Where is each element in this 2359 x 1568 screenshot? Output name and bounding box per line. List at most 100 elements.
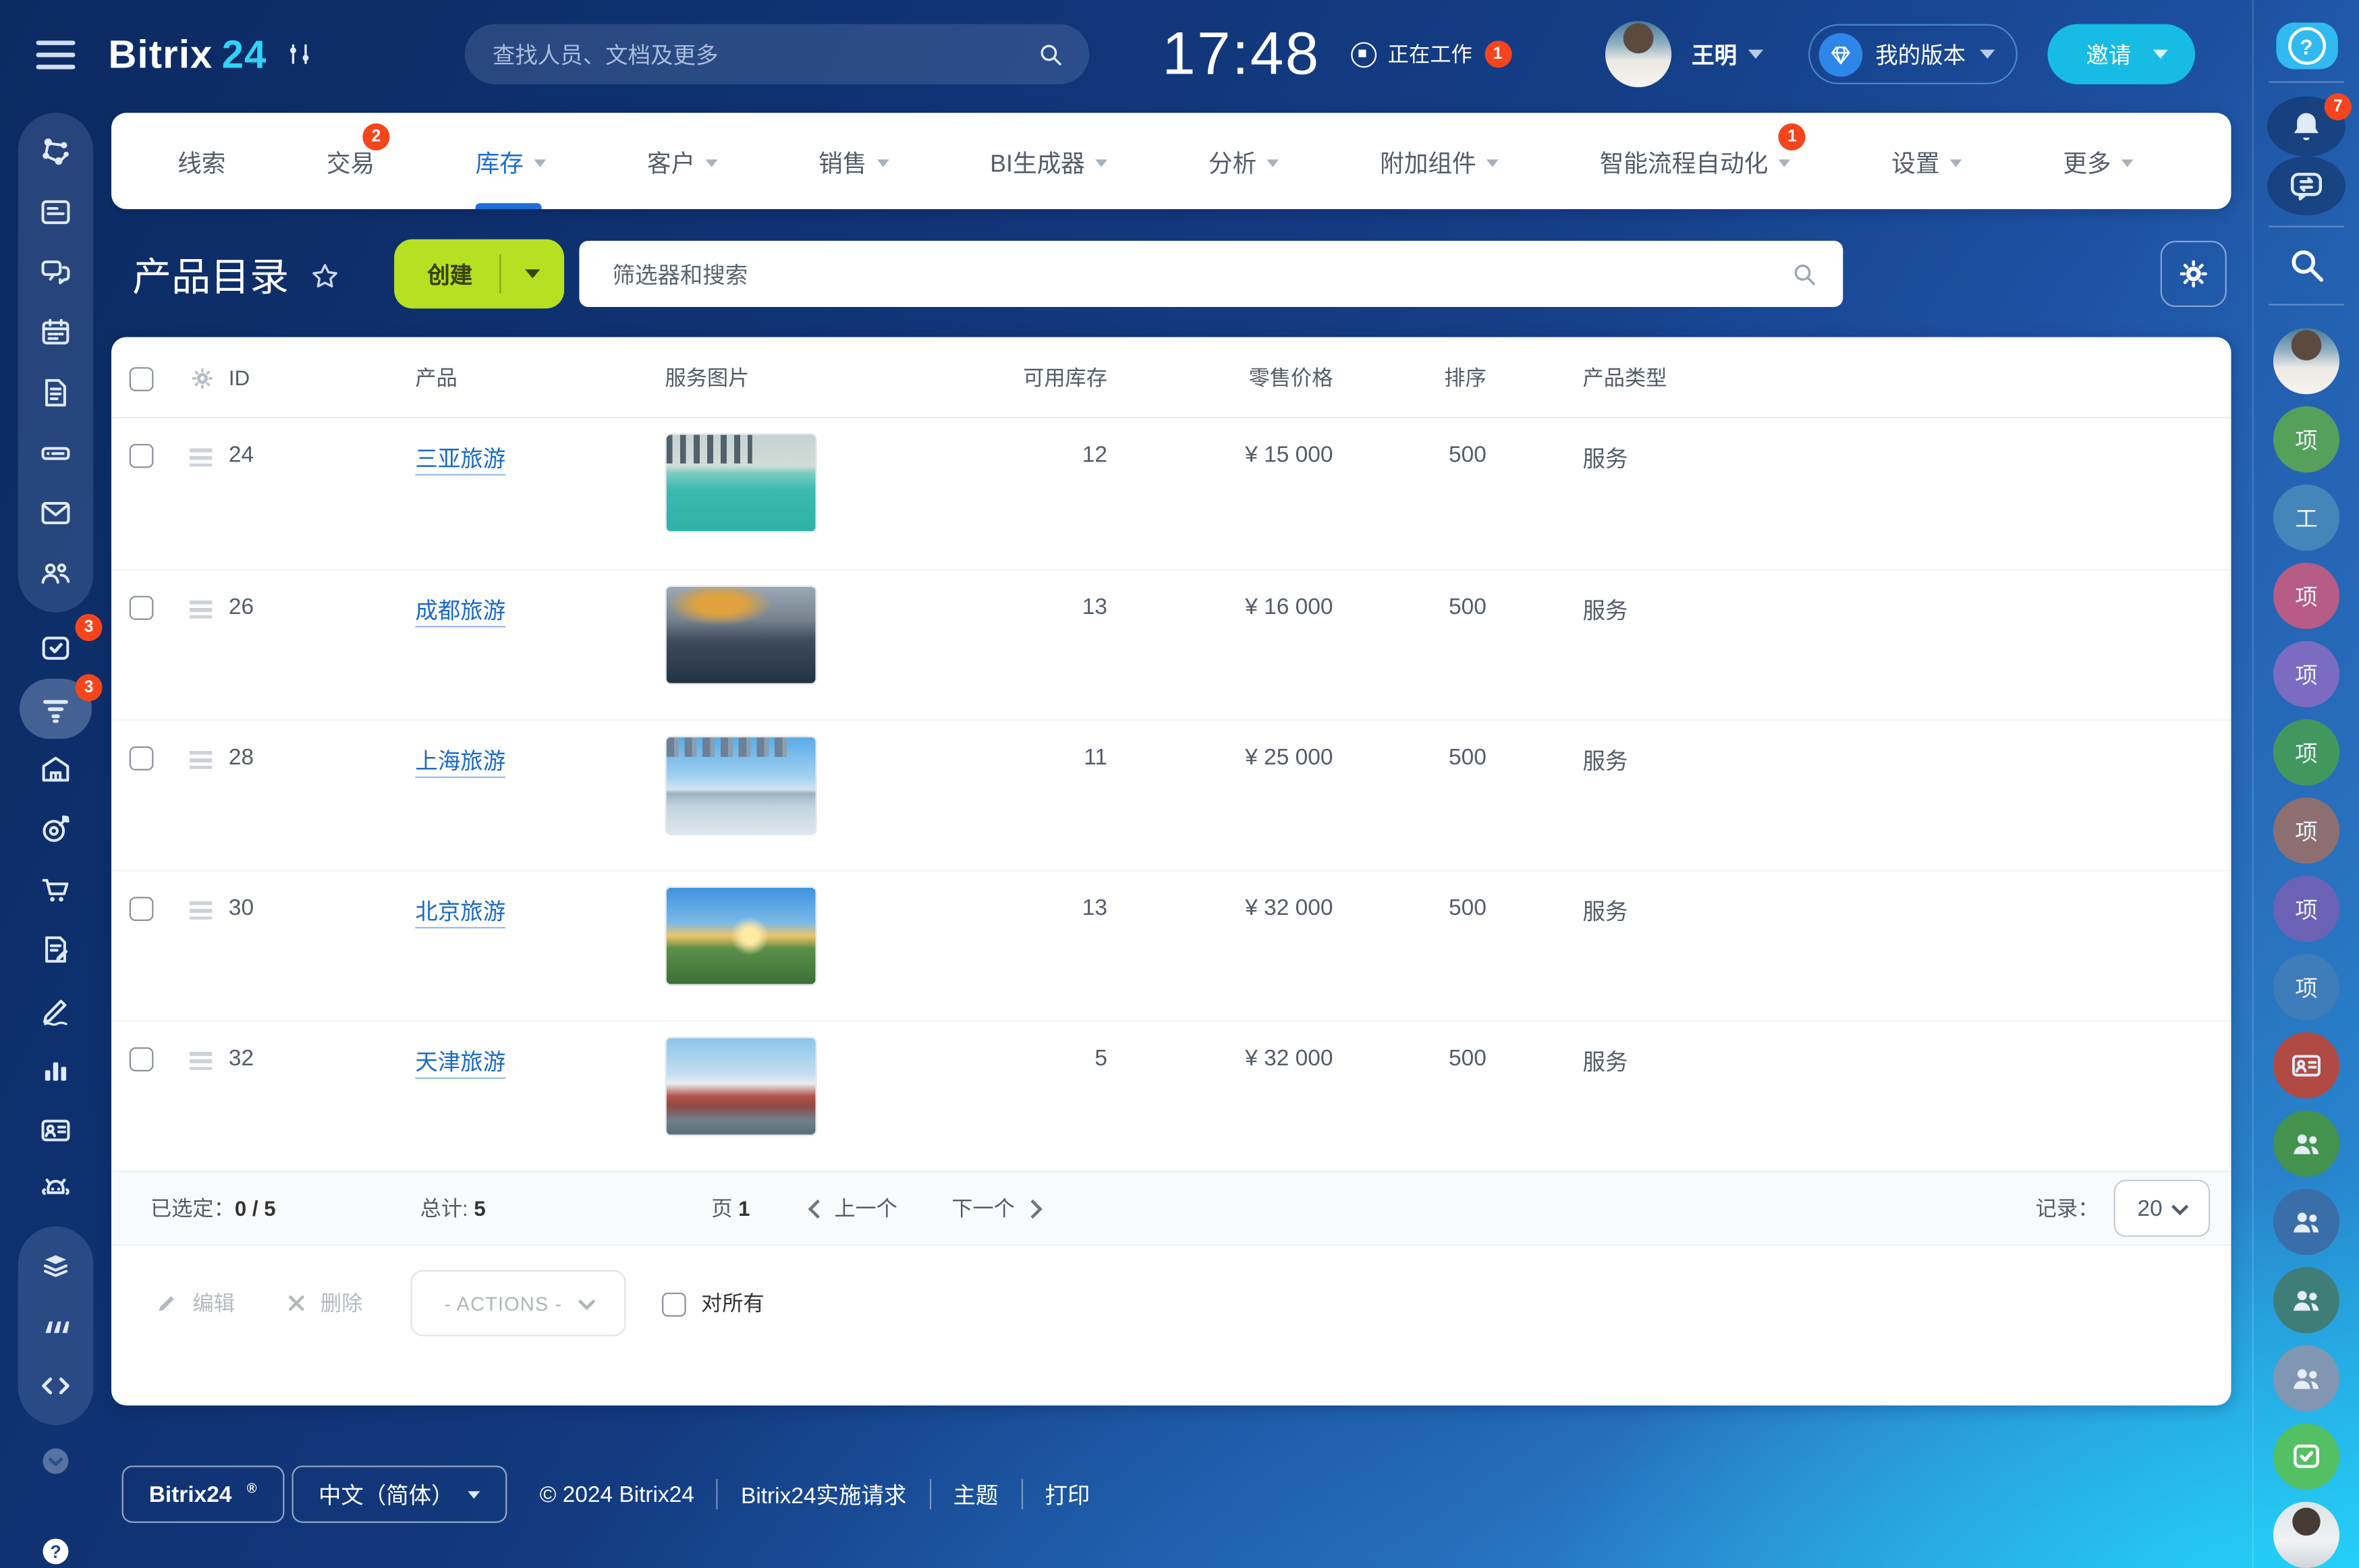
chat-avatar-text[interactable]: 项 [2273,876,2339,942]
drag-handle-icon[interactable] [190,449,212,467]
sliders-icon[interactable] [285,39,315,69]
tab-附加组件[interactable]: 附加组件 [1380,113,1499,209]
product-image-shanghai[interactable] [665,736,816,835]
tab-BI生成器[interactable]: BI生成器 [990,113,1107,209]
chat-avatar-people-icon[interactable] [2273,1189,2339,1255]
clock-time[interactable]: 17:48 [1162,20,1320,88]
search-sidebar-button[interactable] [2284,243,2329,288]
product-link[interactable]: 成都旅游 [415,594,505,627]
notifications-button[interactable]: 7 [2267,96,2346,157]
sidebar-item-ai-robot-icon[interactable] [18,1160,93,1221]
records-select[interactable]: 20 [2114,1180,2211,1237]
tab-智能流程自动化[interactable]: 智能流程自动化1 [1600,113,1791,209]
chat-avatar-contact-card-icon[interactable] [2273,1032,2339,1098]
drag-handle-icon[interactable] [190,751,212,769]
product-image-sanya[interactable] [665,433,816,532]
product-image-beijing[interactable] [665,887,816,986]
sidebar-item-marketing-target-icon[interactable] [18,799,93,859]
grid-settings-button[interactable] [2161,241,2227,307]
create-button[interactable]: 创建 [394,240,564,309]
edit-button[interactable]: 编辑 [155,1288,235,1318]
col-header-type[interactable]: 产品类型 [1487,337,2210,418]
drag-handle-icon[interactable] [190,901,212,920]
sidebar-item-shop-cart-icon[interactable] [18,860,93,920]
product-link[interactable]: 三亚旅游 [415,443,505,476]
sidebar-item-documents-icon[interactable] [18,363,93,423]
sidebar-item-chevron-down-circle-icon[interactable] [18,1431,93,1491]
tab-库存[interactable]: 库存 [476,113,547,209]
select-all-checkbox[interactable] [130,366,154,391]
sidebar-item-network-icon[interactable] [18,122,93,182]
favorite-star-icon[interactable] [307,259,343,296]
filter-search-input[interactable]: 筛选器和搜索 [579,241,1843,307]
col-header-id[interactable]: ID [229,337,415,418]
chat-avatar-check-icon[interactable] [2273,1424,2339,1490]
footer-link-theme[interactable]: 主题 [953,1478,998,1510]
chat-avatar-text[interactable]: 项 [2273,719,2339,785]
col-header-stock[interactable]: 可用库存 [1008,337,1107,418]
sidebar-item-stack-box-icon[interactable] [18,1235,93,1295]
tab-分析[interactable]: 分析 [1209,113,1279,209]
chat-avatar-text[interactable]: 项 [2273,641,2339,707]
messenger-exchange-button[interactable] [2267,156,2346,216]
sidebar-item-messenger-icon[interactable] [18,242,93,302]
chat-avatar-text[interactable]: 项 [2273,797,2339,864]
hamburger-menu-icon[interactable] [36,40,76,68]
sidebar-item-e-signature-icon[interactable] [18,980,93,1040]
bitrix24-logo[interactable]: Bitrix 24 [109,31,267,78]
bitrix24-footer-button[interactable]: Bitrix24® [122,1465,284,1523]
help-button[interactable]: ? [2275,22,2337,69]
search-icon[interactable] [1789,259,1819,289]
chat-avatar-text[interactable]: 工 [2273,484,2339,551]
create-dropdown[interactable] [501,269,565,278]
search-icon[interactable] [1036,39,1066,69]
global-search-input[interactable]: 查找人员、文档及更多 [466,24,1090,84]
sidebar-item-contact-card-icon[interactable] [18,1100,93,1160]
sidebar-item-bi-chart-icon[interactable] [18,1040,93,1100]
sidebar-item-mail-icon[interactable] [18,483,93,543]
user-menu[interactable]: 王明 [1692,38,1763,70]
user-avatar[interactable] [1605,21,1671,87]
sidebar-item-calendar-icon[interactable] [18,302,93,362]
chat-avatar-text[interactable]: 项 [2273,954,2339,1020]
col-header-sort[interactable]: 排序 [1333,337,1486,418]
col-header-product[interactable]: 产品 [415,337,665,418]
plan-button[interactable]: 我的版本 [1808,24,2017,84]
language-select-button[interactable]: 中文（简体） [292,1465,507,1523]
row-checkbox[interactable] [130,444,154,468]
apply-to-all[interactable]: 对所有 [662,1288,765,1318]
tab-销售[interactable]: 销售 [818,113,889,209]
next-page-button[interactable]: 下一个 [951,1194,1038,1224]
sidebar-item-warehouse-icon[interactable] [18,739,93,799]
col-header-price[interactable]: 零售价格 [1107,337,1333,418]
product-image-chengdu[interactable] [665,586,816,685]
tab-交易[interactable]: 交易2 [327,113,374,209]
drag-handle-icon[interactable] [190,600,212,619]
sidebar-item-doc-sign-icon[interactable] [18,920,93,980]
chat-avatar-text[interactable]: 项 [2273,406,2339,472]
product-image-tianjin[interactable] [665,1037,816,1136]
footer-link-implementation[interactable]: Bitrix24实施请求 [741,1478,906,1510]
sidebar-item-dev-code-icon[interactable] [18,1356,93,1416]
tab-线索[interactable]: 线索 [177,113,225,209]
sidebar-item-drive-icon[interactable] [18,423,93,483]
product-link[interactable]: 天津旅游 [415,1046,505,1079]
work-status[interactable]: 正在工作 1 [1350,39,1511,69]
prev-page-button[interactable]: 上一个 [810,1194,897,1224]
actions-dropdown[interactable]: - ACTIONS - [411,1270,626,1336]
col-header-image[interactable]: 服务图片 [665,337,1007,418]
sidebar-item-market-icon[interactable] [18,1295,93,1355]
row-checkbox[interactable] [130,746,154,771]
chat-avatar-text[interactable]: 项 [2273,563,2339,629]
row-checkbox[interactable] [130,1047,154,1071]
tab-设置[interactable]: 设置 [1891,113,1962,209]
for-all-checkbox[interactable] [662,1292,686,1316]
header-gear-icon[interactable] [190,337,229,418]
row-checkbox[interactable] [130,897,154,921]
sidebar-item-help-question-icon[interactable]: ? [18,1521,93,1568]
chat-avatar-photo[interactable] [2273,1502,2339,1568]
sidebar-item-crm-funnel-icon[interactable]: 3 [18,679,93,739]
chat-avatar-photo[interactable] [2273,328,2339,394]
product-link[interactable]: 上海旅游 [415,745,505,778]
tab-更多[interactable]: 更多 [2063,113,2134,209]
